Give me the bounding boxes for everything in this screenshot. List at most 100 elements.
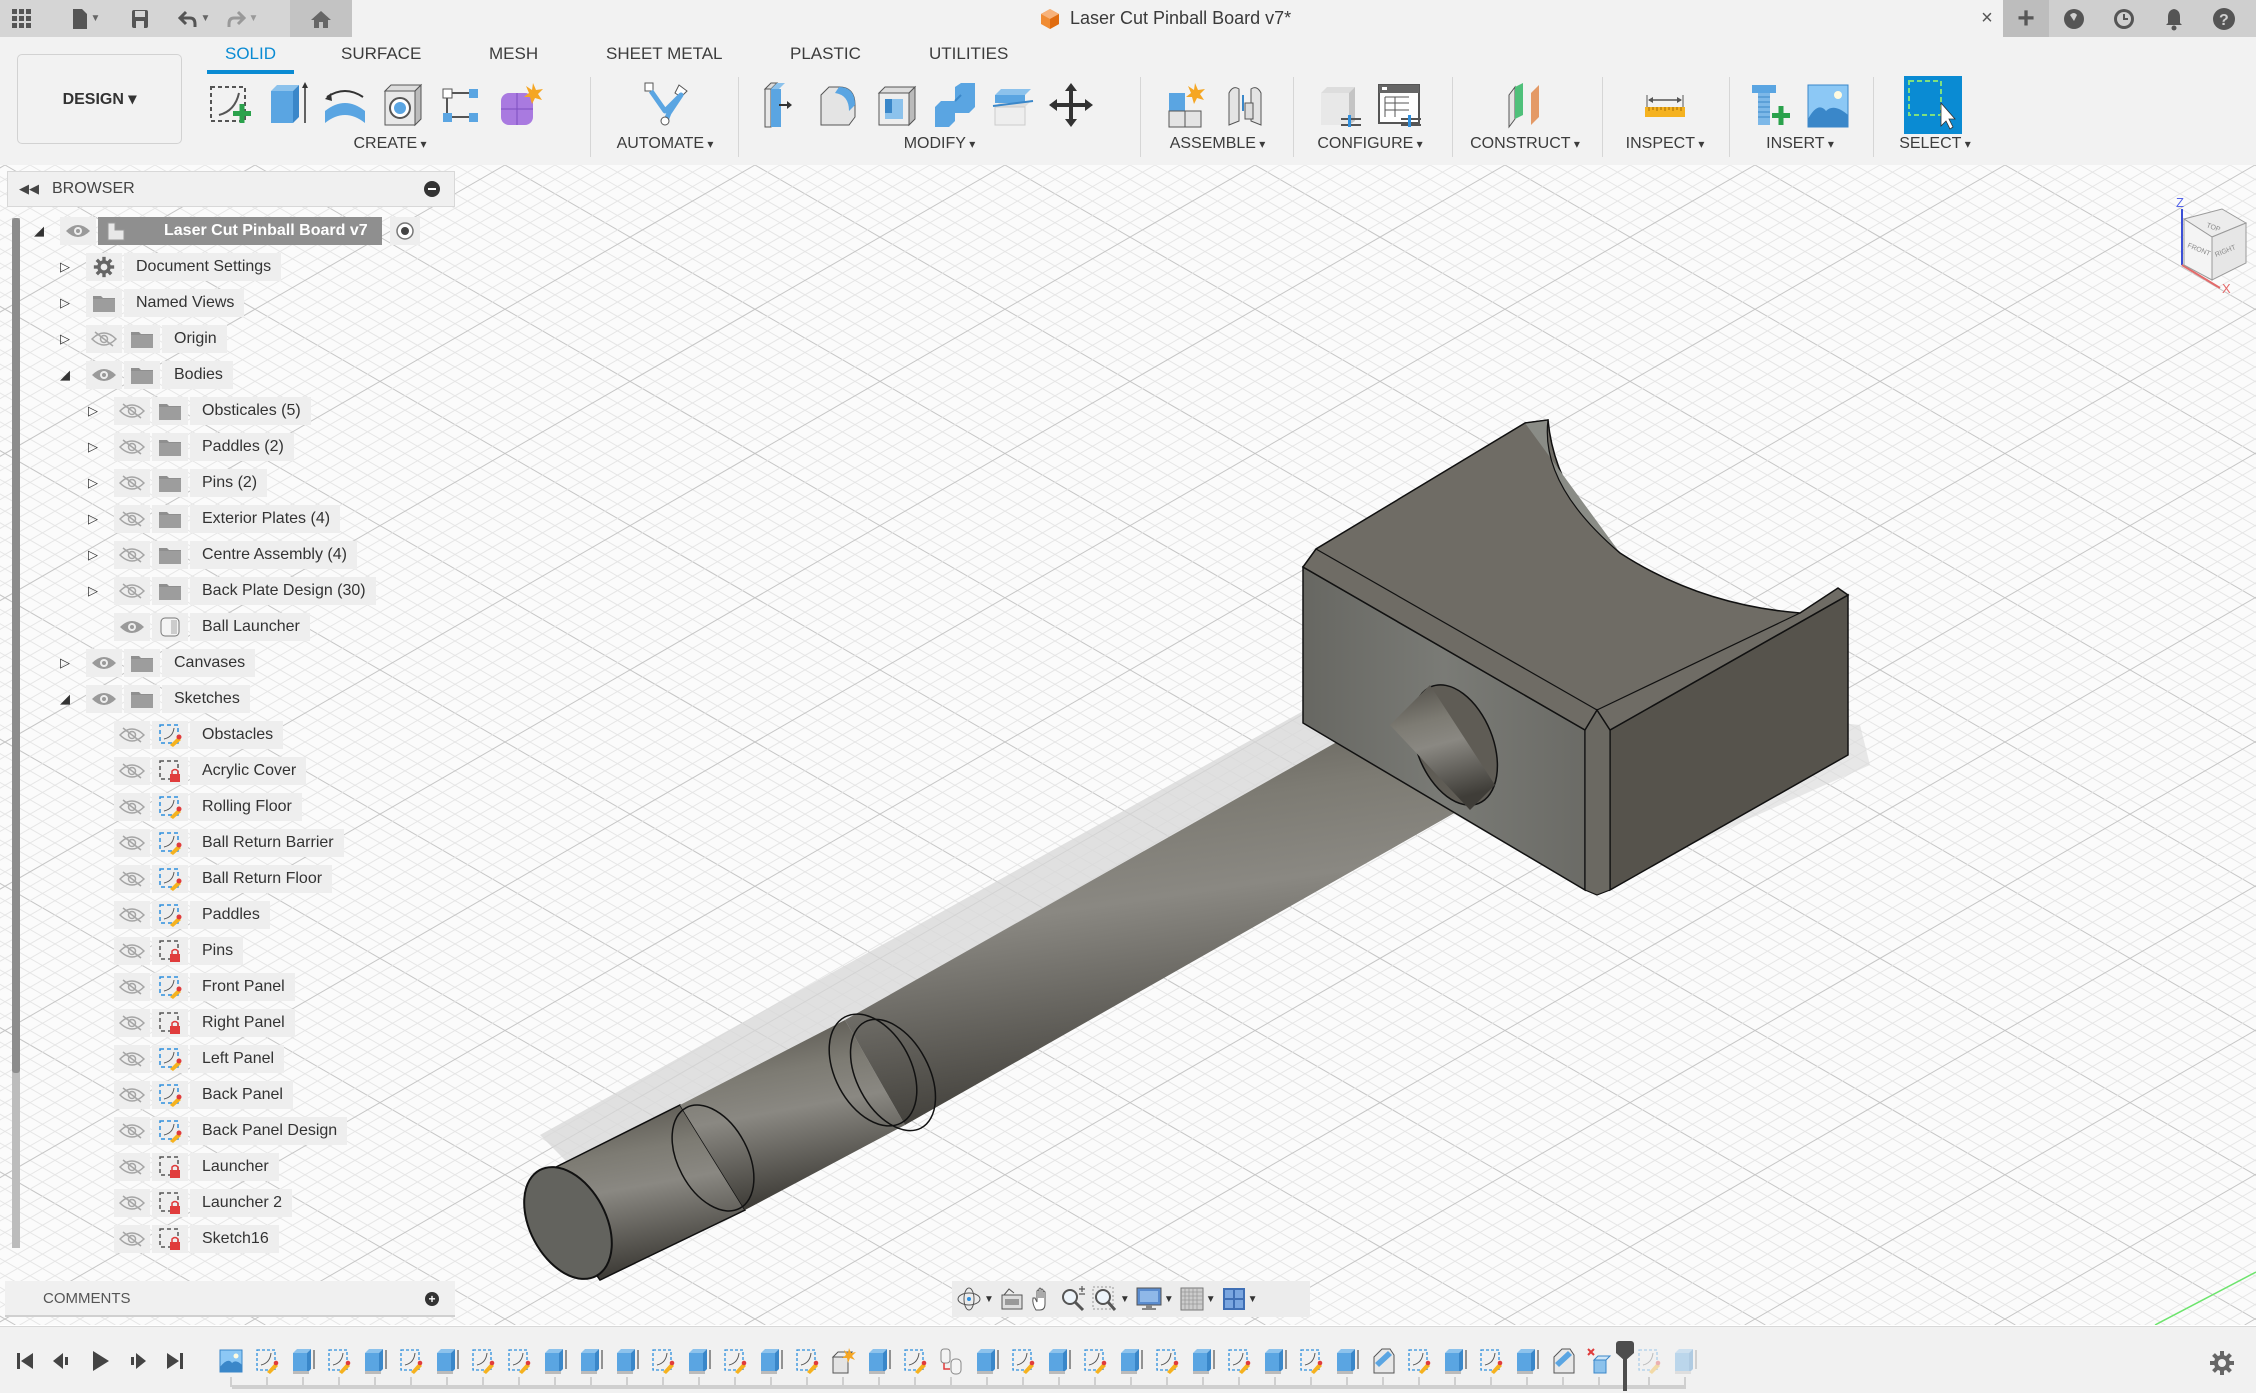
browser-item[interactable]: Ball Return Barrier bbox=[84, 828, 344, 858]
timeline-feature-extrude[interactable] bbox=[1118, 1347, 1144, 1375]
browser-item[interactable]: ▷ Exterior Plates (4) bbox=[84, 504, 341, 534]
automate-group-label[interactable]: AUTOMATE bbox=[600, 135, 730, 153]
visibility-toggle[interactable] bbox=[114, 397, 150, 425]
browser-item[interactable]: Pins bbox=[84, 936, 244, 966]
3d-viewport[interactable] bbox=[0, 165, 2256, 1325]
browser-item[interactable]: ▷ Paddles (2) bbox=[84, 432, 294, 462]
browser-item[interactable]: Front Panel bbox=[84, 972, 295, 1002]
timeline-settings-button[interactable] bbox=[2208, 1349, 2236, 1377]
document-tab[interactable]: Laser Cut Pinball Board v7* bbox=[1040, 0, 1291, 37]
visibility-toggle[interactable] bbox=[114, 433, 150, 461]
browser-item[interactable]: ▷ Named Views bbox=[56, 288, 245, 318]
create-form-button[interactable] bbox=[490, 77, 548, 133]
visibility-toggle[interactable] bbox=[114, 1009, 150, 1037]
visibility-toggle[interactable] bbox=[114, 865, 150, 893]
visibility-toggle[interactable] bbox=[114, 1081, 150, 1109]
workspace-switcher-button[interactable]: DESIGN ▾ bbox=[17, 54, 182, 144]
timeline-feature-canvas[interactable] bbox=[218, 1347, 244, 1375]
extrude-button[interactable] bbox=[258, 77, 316, 133]
expanded-triangle-icon[interactable]: ◢ bbox=[30, 216, 48, 246]
tab-sheet-metal[interactable]: SHEET METAL bbox=[606, 44, 723, 64]
timeline-feature-sketch[interactable] bbox=[398, 1347, 424, 1375]
viewports-button[interactable]: ▼ bbox=[1222, 1281, 1258, 1317]
configuration-table-button[interactable] bbox=[1370, 77, 1428, 133]
inspect-group-label[interactable]: INSPECT bbox=[1610, 135, 1720, 153]
timeline-go-to-end-button[interactable] bbox=[160, 1347, 190, 1375]
display-settings-button[interactable]: ▼ bbox=[1136, 1281, 1174, 1317]
window-select-button[interactable] bbox=[1904, 76, 1962, 134]
move-copy-button[interactable] bbox=[1042, 77, 1100, 133]
visibility-toggle[interactable] bbox=[114, 1045, 150, 1073]
browser-item[interactable]: Paddles bbox=[84, 900, 270, 930]
timeline-feature-sketch[interactable] bbox=[794, 1347, 820, 1375]
timeline-feature-sketch[interactable] bbox=[1010, 1347, 1036, 1375]
visibility-toggle[interactable] bbox=[114, 577, 150, 605]
visibility-toggle[interactable] bbox=[114, 541, 150, 569]
timeline-feature-extrude[interactable] bbox=[362, 1347, 388, 1375]
browser-item[interactable]: Obstacles bbox=[84, 720, 284, 750]
visibility-toggle[interactable] bbox=[60, 217, 96, 245]
create-sketch-button[interactable] bbox=[200, 77, 258, 133]
browser-item[interactable]: Launcher bbox=[84, 1152, 279, 1182]
collapsed-triangle-icon[interactable]: ▷ bbox=[84, 576, 102, 606]
timeline-feature-extrude[interactable] bbox=[1046, 1347, 1072, 1375]
timeline-feature-sketch[interactable] bbox=[470, 1347, 496, 1375]
pattern-button[interactable] bbox=[432, 77, 490, 133]
help-button[interactable]: ? bbox=[2199, 0, 2249, 37]
configure-button[interactable] bbox=[1312, 77, 1370, 133]
timeline-marker[interactable] bbox=[1616, 1341, 1634, 1391]
browser-item[interactable]: Launcher 2 bbox=[84, 1188, 293, 1218]
new-component-button[interactable] bbox=[1158, 77, 1216, 133]
timeline-feature-sketch[interactable] bbox=[254, 1347, 280, 1375]
browser-item[interactable]: Left Panel bbox=[84, 1044, 285, 1074]
measure-button[interactable] bbox=[1636, 77, 1694, 133]
create-group-label[interactable]: CREATE bbox=[200, 135, 580, 153]
browser-item[interactable]: Sketch16 bbox=[84, 1224, 279, 1254]
timeline-feature-extrude[interactable] bbox=[578, 1347, 604, 1375]
tab-utilities[interactable]: UTILITIES bbox=[929, 44, 1008, 64]
visibility-toggle[interactable] bbox=[114, 757, 150, 785]
fit-button[interactable]: ▼ bbox=[1092, 1281, 1130, 1317]
browser-item[interactable]: ▷ Pins (2) bbox=[84, 468, 268, 498]
timeline-feature-extrude[interactable] bbox=[686, 1347, 712, 1375]
timeline-feature-extrude[interactable] bbox=[290, 1347, 316, 1375]
collapsed-triangle-icon[interactable]: ▷ bbox=[56, 252, 74, 282]
browser-item[interactable]: ◢ Bodies bbox=[56, 360, 233, 390]
timeline-feature-extrude[interactable] bbox=[614, 1347, 640, 1375]
combine-button[interactable] bbox=[926, 77, 984, 133]
collapsed-triangle-icon[interactable]: ▷ bbox=[84, 468, 102, 498]
visibility-toggle[interactable] bbox=[114, 469, 150, 497]
look-at-button[interactable] bbox=[1000, 1281, 1024, 1317]
select-group-label[interactable]: SELECT bbox=[1880, 135, 1990, 153]
browser-item[interactable]: Back Panel bbox=[84, 1080, 293, 1110]
tab-plastic[interactable]: PLASTIC bbox=[790, 44, 861, 64]
extensions-button[interactable] bbox=[2049, 0, 2099, 37]
press-pull-button[interactable] bbox=[752, 77, 810, 133]
visibility-toggle[interactable] bbox=[114, 1117, 150, 1145]
orbit-button[interactable]: ▼ bbox=[956, 1281, 994, 1317]
timeline-feature-extrude[interactable] bbox=[866, 1347, 892, 1375]
fillet-button[interactable] bbox=[810, 77, 868, 133]
construct-group-label[interactable]: CONSTRUCT bbox=[1460, 135, 1590, 153]
browser-item[interactable]: ▷ Document Settings bbox=[56, 252, 282, 282]
configure-group-label[interactable]: CONFIGURE bbox=[1300, 135, 1440, 153]
browser-item[interactable]: ▷ Back Plate Design (30) bbox=[84, 576, 376, 606]
timeline-feature-extrude[interactable] bbox=[1190, 1347, 1216, 1375]
timeline-feature-sketch[interactable] bbox=[1082, 1347, 1108, 1375]
browser-item[interactable]: ◢ Sketches bbox=[56, 684, 250, 714]
tab-mesh[interactable]: MESH bbox=[489, 44, 538, 64]
job-status-button[interactable] bbox=[2099, 0, 2149, 37]
close-document-button[interactable]: × bbox=[1972, 0, 2002, 37]
browser-item[interactable]: Ball Return Floor bbox=[84, 864, 333, 894]
visibility-toggle[interactable] bbox=[114, 937, 150, 965]
visibility-toggle[interactable] bbox=[114, 1189, 150, 1217]
timeline-go-to-start-button[interactable] bbox=[10, 1347, 40, 1375]
timeline-feature-sketch[interactable] bbox=[1478, 1347, 1504, 1375]
scrollbar-thumb[interactable] bbox=[12, 218, 20, 1073]
timeline-feature-sketch[interactable] bbox=[1154, 1347, 1180, 1375]
activate-component-radio[interactable] bbox=[389, 217, 420, 245]
timeline-feature-extrude[interactable] bbox=[542, 1347, 568, 1375]
visibility-toggle[interactable] bbox=[114, 1153, 150, 1181]
insert-canvas-button[interactable] bbox=[1799, 77, 1857, 133]
browser-scrollbar[interactable] bbox=[12, 218, 20, 1248]
